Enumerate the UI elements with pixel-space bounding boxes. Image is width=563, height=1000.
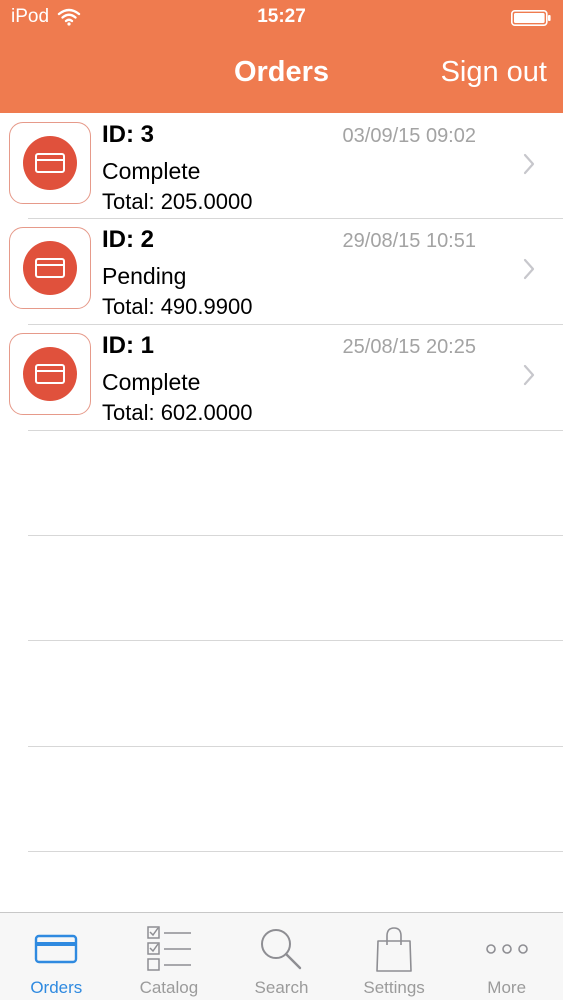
row-divider [28, 430, 563, 431]
status-bar: iPod 15:27 [0, 0, 563, 36]
card-icon [23, 347, 77, 401]
tab-label: Search [254, 978, 309, 997]
header: iPod 15:27 Orders Sign out [0, 0, 563, 113]
status-time: 15:27 [257, 6, 306, 27]
tab-label: Catalog [139, 978, 199, 997]
tab-orders[interactable]: Orders [0, 913, 113, 1000]
order-status: Pending [102, 263, 187, 289]
order-date: 25/08/15 20:25 [342, 336, 476, 358]
card-icon [23, 241, 77, 295]
empty-row-divider [28, 851, 563, 852]
empty-row-divider [28, 746, 563, 747]
empty-row-divider [28, 640, 563, 641]
more-icon [485, 944, 528, 954]
tab-more[interactable]: More [450, 913, 563, 1000]
order-id: ID: 2 [102, 226, 155, 253]
order-thumbnail [9, 122, 91, 204]
order-row[interactable]: ID: 3 03/09/15 09:02 Complete Total: 205… [0, 113, 563, 219]
order-date: 03/09/15 09:02 [342, 125, 476, 147]
empty-row-divider [28, 535, 563, 536]
order-row[interactable]: ID: 1 25/08/15 20:25 Complete Total: 602… [0, 324, 563, 431]
order-id: ID: 1 [102, 332, 155, 359]
chevron-right-icon [523, 153, 535, 175]
order-status: Complete [102, 369, 201, 395]
order-date: 29/08/15 10:51 [342, 230, 476, 252]
tab-settings[interactable]: Settings [338, 913, 451, 1000]
tab-search[interactable]: Search [225, 913, 338, 1000]
tab-label: Settings [363, 978, 425, 997]
order-id: ID: 3 [102, 121, 155, 148]
card-icon [35, 934, 78, 964]
bag-icon [376, 927, 412, 972]
order-total: Total: 205.0000 [102, 189, 253, 214]
order-thumbnail [9, 333, 91, 415]
order-total: Total: 490.9900 [102, 294, 253, 319]
chevron-right-icon [523, 258, 535, 280]
search-icon [261, 929, 302, 970]
sign-out-button[interactable]: Sign out [441, 56, 547, 89]
tab-label: Orders [30, 978, 83, 997]
card-icon [23, 136, 77, 190]
order-thumbnail [9, 227, 91, 309]
tab-catalog[interactable]: Catalog [113, 913, 226, 1000]
order-row[interactable]: ID: 2 29/08/15 10:51 Pending Total: 490.… [0, 218, 563, 325]
orders-list: ID: 3 03/09/15 09:02 Complete Total: 205… [0, 113, 563, 431]
tab-bar: Orders Catalog Search Settings More [0, 912, 563, 1000]
order-total: Total: 602.0000 [102, 400, 253, 425]
chevron-right-icon [523, 364, 535, 386]
checklist-icon [147, 926, 191, 971]
battery-icon [511, 10, 551, 26]
orders-screen: iPod 15:27 Orders Sign out ID: 3 03/09/1… [0, 0, 563, 1000]
order-status: Complete [102, 158, 201, 184]
tab-label: More [487, 978, 527, 997]
